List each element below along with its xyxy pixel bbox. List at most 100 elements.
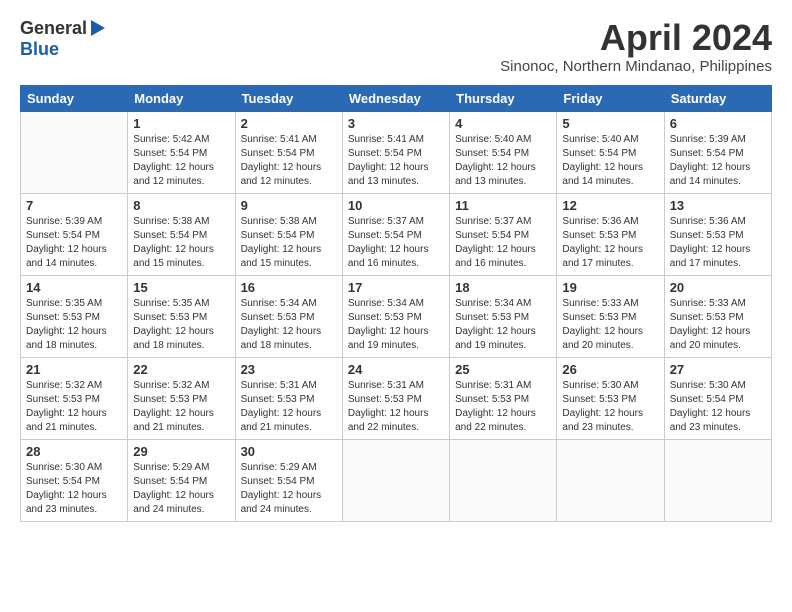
calendar-cell: 2 Sunrise: 5:41 AMSunset: 5:54 PMDaylight… [235,111,342,193]
calendar-cell: 17 Sunrise: 5:34 AMSunset: 5:53 PMDayligh… [342,275,449,357]
calendar-cell: 11 Sunrise: 5:37 AMSunset: 5:54 PMDayligh… [450,193,557,275]
calendar-cell: 20 Sunrise: 5:33 AMSunset: 5:53 PMDayligh… [664,275,771,357]
logo-arrow-icon [91,20,105,36]
day-number: 8 [133,198,229,213]
day-number: 22 [133,362,229,377]
calendar-cell: 14Sunrise: 5:35 AMSunset: 5:53 PMDayligh… [21,275,128,357]
calendar-cell: 16 Sunrise: 5:34 AMSunset: 5:53 PMDayligh… [235,275,342,357]
calendar-cell: 28Sunrise: 5:30 AMSunset: 5:54 PMDayligh… [21,439,128,521]
calendar-cell: 24 Sunrise: 5:31 AMSunset: 5:53 PMDayligh… [342,357,449,439]
calendar-cell: 15 Sunrise: 5:35 AMSunset: 5:53 PMDayligh… [128,275,235,357]
day-number: 5 [562,116,658,131]
day-number: 9 [241,198,337,213]
calendar-cell: 1 Sunrise: 5:42 AMSunset: 5:54 PMDaylight… [128,111,235,193]
calendar-week-row: 1 Sunrise: 5:42 AMSunset: 5:54 PMDaylight… [21,111,772,193]
calendar-week-row: 21Sunrise: 5:32 AMSunset: 5:53 PMDayligh… [21,357,772,439]
day-number: 29 [133,444,229,459]
cell-content: Sunrise: 5:34 AMSunset: 5:53 PMDaylight:… [348,297,444,353]
cell-content: Sunrise: 5:36 AMSunset: 5:53 PMDaylight:… [562,215,658,271]
calendar-week-row: 14Sunrise: 5:35 AMSunset: 5:53 PMDayligh… [21,275,772,357]
day-number: 19 [562,280,658,295]
calendar-header-sunday: Sunday [21,85,128,111]
calendar-cell [342,439,449,521]
day-number: 1 [133,116,229,131]
cell-content: Sunrise: 5:39 AMSunset: 5:54 PMDaylight:… [26,215,122,271]
calendar-cell: 30 Sunrise: 5:29 AMSunset: 5:54 PMDayligh… [235,439,342,521]
cell-content: Sunrise: 5:37 AMSunset: 5:54 PMDaylight:… [348,215,444,271]
calendar-header-tuesday: Tuesday [235,85,342,111]
cell-content: Sunrise: 5:39 AMSunset: 5:54 PMDaylight:… [670,133,766,189]
calendar-cell [450,439,557,521]
cell-content: Sunrise: 5:38 AMSunset: 5:54 PMDaylight:… [241,215,337,271]
calendar-cell: 9 Sunrise: 5:38 AMSunset: 5:54 PMDaylight… [235,193,342,275]
calendar-header-friday: Friday [557,85,664,111]
calendar-cell: 12 Sunrise: 5:36 AMSunset: 5:53 PMDayligh… [557,193,664,275]
calendar-cell: 18Sunrise: 5:34 AMSunset: 5:53 PMDayligh… [450,275,557,357]
calendar-cell [557,439,664,521]
cell-content: Sunrise: 5:40 AMSunset: 5:54 PMDaylight:… [455,133,551,189]
day-number: 2 [241,116,337,131]
calendar-cell: 23 Sunrise: 5:31 AMSunset: 5:53 PMDayligh… [235,357,342,439]
day-number: 27 [670,362,766,377]
calendar-cell: 7Sunrise: 5:39 AMSunset: 5:54 PMDaylight… [21,193,128,275]
cell-content: Sunrise: 5:38 AMSunset: 5:54 PMDaylight:… [133,215,229,271]
title-section: April 2024 Sinonoc, Northern Mindanao, P… [500,18,772,75]
cell-content: Sunrise: 5:30 AMSunset: 5:53 PMDaylight:… [562,379,658,435]
cell-content: Sunrise: 5:31 AMSunset: 5:53 PMDaylight:… [348,379,444,435]
header: General Blue April 2024 Sinonoc, Norther… [20,18,772,75]
calendar-cell [21,111,128,193]
cell-content: Sunrise: 5:42 AMSunset: 5:54 PMDaylight:… [133,133,229,189]
calendar-header-thursday: Thursday [450,85,557,111]
calendar-cell: 27 Sunrise: 5:30 AMSunset: 5:54 PMDayligh… [664,357,771,439]
day-number: 4 [455,116,551,131]
day-number: 24 [348,362,444,377]
day-number: 15 [133,280,229,295]
day-number: 26 [562,362,658,377]
calendar-week-row: 7Sunrise: 5:39 AMSunset: 5:54 PMDaylight… [21,193,772,275]
calendar-cell [664,439,771,521]
calendar-cell: 21Sunrise: 5:32 AMSunset: 5:53 PMDayligh… [21,357,128,439]
calendar-cell: 10 Sunrise: 5:37 AMSunset: 5:54 PMDayligh… [342,193,449,275]
day-number: 10 [348,198,444,213]
cell-content: Sunrise: 5:29 AMSunset: 5:54 PMDaylight:… [241,461,337,517]
day-number: 12 [562,198,658,213]
calendar-header-row: SundayMondayTuesdayWednesdayThursdayFrid… [21,85,772,111]
calendar-cell: 4 Sunrise: 5:40 AMSunset: 5:54 PMDaylight… [450,111,557,193]
day-number: 17 [348,280,444,295]
logo-general-text: General [20,18,87,39]
day-number: 23 [241,362,337,377]
day-number: 25 [455,362,551,377]
cell-content: Sunrise: 5:31 AMSunset: 5:53 PMDaylight:… [241,379,337,435]
cell-content: Sunrise: 5:34 AMSunset: 5:53 PMDaylight:… [455,297,551,353]
subtitle: Sinonoc, Northern Mindanao, Philippines [500,58,772,75]
cell-content: Sunrise: 5:34 AMSunset: 5:53 PMDaylight:… [241,297,337,353]
day-number: 11 [455,198,551,213]
day-number: 20 [670,280,766,295]
cell-content: Sunrise: 5:35 AMSunset: 5:53 PMDaylight:… [133,297,229,353]
cell-content: Sunrise: 5:41 AMSunset: 5:54 PMDaylight:… [348,133,444,189]
cell-content: Sunrise: 5:41 AMSunset: 5:54 PMDaylight:… [241,133,337,189]
calendar-cell: 3Sunrise: 5:41 AMSunset: 5:54 PMDaylight… [342,111,449,193]
cell-content: Sunrise: 5:36 AMSunset: 5:53 PMDaylight:… [670,215,766,271]
day-number: 6 [670,116,766,131]
cell-content: Sunrise: 5:32 AMSunset: 5:53 PMDaylight:… [133,379,229,435]
day-number: 13 [670,198,766,213]
calendar-table: SundayMondayTuesdayWednesdayThursdayFrid… [20,85,772,522]
calendar-cell: 6 Sunrise: 5:39 AMSunset: 5:54 PMDaylight… [664,111,771,193]
calendar-header-wednesday: Wednesday [342,85,449,111]
day-number: 16 [241,280,337,295]
month-title: April 2024 [500,18,772,58]
day-number: 28 [26,444,122,459]
cell-content: Sunrise: 5:33 AMSunset: 5:53 PMDaylight:… [670,297,766,353]
calendar-header-monday: Monday [128,85,235,111]
cell-content: Sunrise: 5:31 AMSunset: 5:53 PMDaylight:… [455,379,551,435]
logo: General Blue [20,18,105,60]
calendar-cell: 25 Sunrise: 5:31 AMSunset: 5:53 PMDayligh… [450,357,557,439]
cell-content: Sunrise: 5:37 AMSunset: 5:54 PMDaylight:… [455,215,551,271]
day-number: 30 [241,444,337,459]
calendar-week-row: 28Sunrise: 5:30 AMSunset: 5:54 PMDayligh… [21,439,772,521]
cell-content: Sunrise: 5:32 AMSunset: 5:53 PMDaylight:… [26,379,122,435]
cell-content: Sunrise: 5:40 AMSunset: 5:54 PMDaylight:… [562,133,658,189]
page: General Blue April 2024 Sinonoc, Norther… [0,0,792,532]
cell-content: Sunrise: 5:30 AMSunset: 5:54 PMDaylight:… [670,379,766,435]
